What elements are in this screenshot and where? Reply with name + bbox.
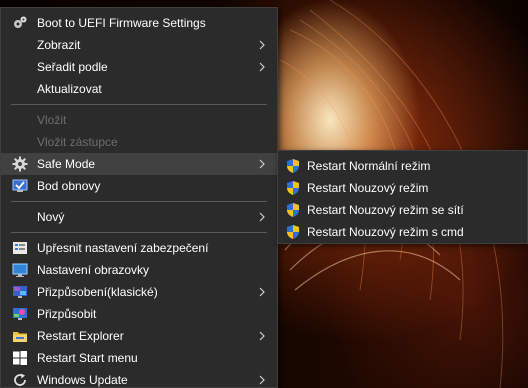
menu-item-security-settings[interactable]: Upřesnit nastavení zabezpečení <box>1 237 277 259</box>
menu-item-paste[interactable]: Vložit <box>1 109 277 131</box>
menu-item-label: Přizpůsobení(klasické) <box>37 285 158 299</box>
menu-item-label: Restart Explorer <box>37 329 124 343</box>
folder-icon <box>12 328 28 344</box>
menu-item-view[interactable]: Zobrazit <box>1 34 277 56</box>
submenu-item-label: Restart Normální režim <box>307 159 431 173</box>
chevron-right-icon <box>259 159 265 169</box>
submenu-item-restart-safe-network[interactable]: Restart Nouzový režim se sítí <box>278 199 527 221</box>
menu-item-windows-update[interactable]: Windows Update <box>1 369 277 388</box>
menu-item-label: Aktualizovat <box>37 82 102 96</box>
display-icon <box>12 262 28 278</box>
security-settings-icon <box>12 240 28 256</box>
menu-item-label: Restart Start menu <box>37 351 138 365</box>
windows-logo-icon <box>12 350 28 366</box>
submenu-item-restart-normal[interactable]: Restart Normální režim <box>278 155 527 177</box>
menu-item-label: Přizpůsobit <box>37 307 97 321</box>
chevron-right-icon <box>259 40 265 50</box>
menu-item-label: Vložit zástupce <box>37 135 118 149</box>
chevron-right-icon <box>259 331 265 341</box>
menu-item-label: Vložit <box>37 113 67 127</box>
submenu-item-label: Restart Nouzový režim s cmd <box>307 225 464 239</box>
submenu-item-label: Restart Nouzový režim <box>307 181 429 195</box>
menu-item-label: Bod obnovy <box>37 179 101 193</box>
menu-item-personalize-classic[interactable]: Přizpůsobení(klasické) <box>1 281 277 303</box>
menu-separator <box>11 232 267 233</box>
menu-item-label: Safe Mode <box>37 157 96 171</box>
chevron-right-icon <box>259 375 265 385</box>
menu-item-label: Seřadit podle <box>37 60 108 74</box>
menu-item-restore-point[interactable]: Bod obnovy <box>1 175 277 197</box>
menu-item-restart-start-menu[interactable]: Restart Start menu <box>1 347 277 369</box>
chevron-right-icon <box>259 287 265 297</box>
gear-icon <box>12 156 28 172</box>
menu-item-label: Nový <box>37 210 65 224</box>
desktop-context-menu: Boot to UEFI Firmware Settings Zobrazit … <box>0 7 278 388</box>
menu-item-new[interactable]: Nový <box>1 206 277 228</box>
menu-item-label: Boot to UEFI Firmware Settings <box>37 16 206 30</box>
personalize-classic-icon <box>12 284 28 300</box>
chevron-right-icon <box>259 62 265 72</box>
menu-item-sort-by[interactable]: Seřadit podle <box>1 56 277 78</box>
menu-item-safe-mode[interactable]: Safe Mode <box>1 153 277 175</box>
menu-separator <box>11 201 267 202</box>
submenu-item-label: Restart Nouzový režim se sítí <box>307 203 464 217</box>
submenu-item-restart-safe-cmd[interactable]: Restart Nouzový režim s cmd <box>278 221 527 243</box>
uac-shield-icon <box>285 202 301 218</box>
menu-item-display-settings[interactable]: Nastavení obrazovky <box>1 259 277 281</box>
menu-separator <box>11 104 267 105</box>
uac-shield-icon <box>285 158 301 174</box>
menu-item-paste-shortcut[interactable]: Vložit zástupce <box>1 131 277 153</box>
menu-item-label: Upřesnit nastavení zabezpečení <box>37 241 209 255</box>
menu-item-label: Zobrazit <box>37 38 81 52</box>
menu-item-personalize[interactable]: Přizpůsobit <box>1 303 277 325</box>
uac-shield-icon <box>285 180 301 196</box>
menu-item-boot-uefi[interactable]: Boot to UEFI Firmware Settings <box>1 12 277 34</box>
uac-shield-icon <box>285 224 301 240</box>
menu-item-label: Windows Update <box>37 373 128 387</box>
system-restore-icon <box>12 178 28 194</box>
refresh-icon <box>12 372 28 388</box>
chevron-right-icon <box>259 212 265 222</box>
menu-item-label: Nastavení obrazovky <box>37 263 150 277</box>
safe-mode-submenu: Restart Normální režim Restart Nouzový r… <box>277 150 528 244</box>
submenu-item-restart-safe[interactable]: Restart Nouzový režim <box>278 177 527 199</box>
personalize-icon <box>12 306 28 322</box>
menu-item-restart-explorer[interactable]: Restart Explorer <box>1 325 277 347</box>
menu-item-refresh[interactable]: Aktualizovat <box>1 78 277 100</box>
gear-cog-icon <box>12 15 28 31</box>
